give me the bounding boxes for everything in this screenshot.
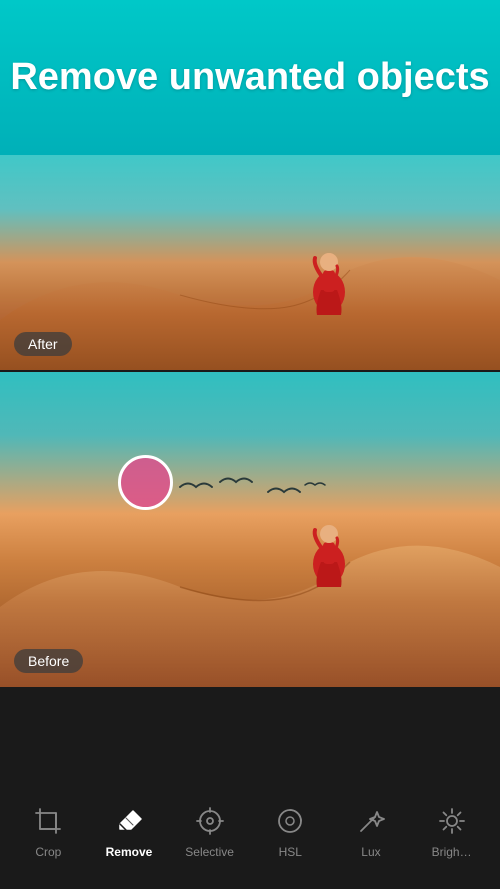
- header-area: Remove unwanted objects: [0, 0, 500, 155]
- tool-selective[interactable]: Selective: [175, 795, 245, 859]
- lux-label: Lux: [361, 845, 380, 859]
- after-panel: After: [0, 155, 500, 370]
- tool-brightness[interactable]: Brigh…: [417, 795, 487, 859]
- hsl-label: HSL: [279, 845, 302, 859]
- tool-lux[interactable]: Lux: [336, 795, 406, 859]
- person-before: [307, 512, 352, 587]
- before-image: [0, 372, 500, 687]
- after-image: [0, 155, 500, 370]
- brightness-label: Brigh…: [432, 845, 472, 859]
- before-panel: Before: [0, 372, 500, 687]
- brightness-icon: [436, 805, 468, 837]
- selective-icon: [194, 805, 226, 837]
- page-title: Remove unwanted objects: [10, 57, 489, 99]
- lux-icon: [355, 805, 387, 837]
- before-badge: Before: [14, 649, 83, 673]
- crop-label: Crop: [35, 845, 61, 859]
- after-dune: [0, 240, 500, 370]
- brush-circle: [118, 455, 173, 510]
- toolbar: Crop Remove Selective: [0, 765, 500, 889]
- hsl-icon: [274, 805, 306, 837]
- selective-label: Selective: [185, 845, 234, 859]
- tool-crop[interactable]: Crop: [13, 795, 83, 859]
- after-badge: After: [14, 332, 72, 356]
- tool-remove[interactable]: Remove: [94, 795, 164, 859]
- remove-label: Remove: [106, 845, 153, 859]
- eraser-icon: [113, 805, 145, 837]
- person-after: [307, 240, 352, 315]
- crop-icon: [32, 805, 64, 837]
- tool-hsl[interactable]: HSL: [255, 795, 325, 859]
